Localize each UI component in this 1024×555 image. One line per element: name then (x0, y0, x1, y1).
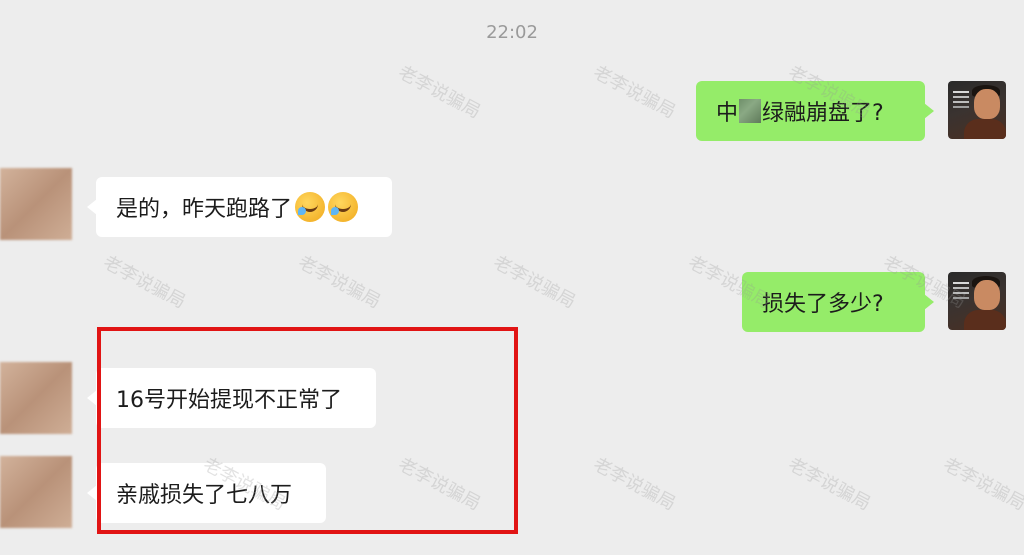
watermark: 老李说骗局 (294, 251, 384, 313)
contact-avatar[interactable] (0, 362, 72, 434)
redaction-mark (739, 99, 762, 123)
highlight-box (97, 327, 518, 534)
message-bubble-incoming[interactable]: 是的，昨天跑路了 (87, 177, 392, 237)
watermark: 老李说骗局 (939, 453, 1024, 515)
message-text: 绿融崩盘了? (762, 101, 884, 126)
message-timestamp: 22:02 (486, 22, 538, 43)
crying-laughing-emoji-icon (328, 192, 359, 222)
chat-window: 22:02 中绿融崩盘了? 是的，昨天跑路了 损失了多少? 16号开始提现不正常… (0, 0, 1024, 555)
watermark: 老李说骗局 (394, 61, 484, 123)
self-avatar[interactable] (948, 272, 1006, 330)
contact-avatar[interactable] (0, 168, 72, 240)
message-text: 损失了多少? (762, 292, 884, 317)
watermark: 老李说骗局 (784, 453, 874, 515)
watermark: 老李说骗局 (99, 251, 189, 313)
watermark: 老李说骗局 (589, 453, 679, 515)
message-bubble-outgoing[interactable]: 损失了多少? (742, 272, 934, 332)
self-avatar[interactable] (948, 81, 1006, 139)
contact-avatar[interactable] (0, 456, 72, 528)
crying-laughing-emoji-icon (295, 192, 326, 222)
message-bubble-outgoing[interactable]: 中绿融崩盘了? (696, 81, 934, 141)
message-text: 是的，昨天跑路了 (116, 197, 293, 222)
watermark: 老李说骗局 (489, 251, 579, 313)
watermark: 老李说骗局 (589, 61, 679, 123)
message-text: 中 (716, 101, 739, 126)
